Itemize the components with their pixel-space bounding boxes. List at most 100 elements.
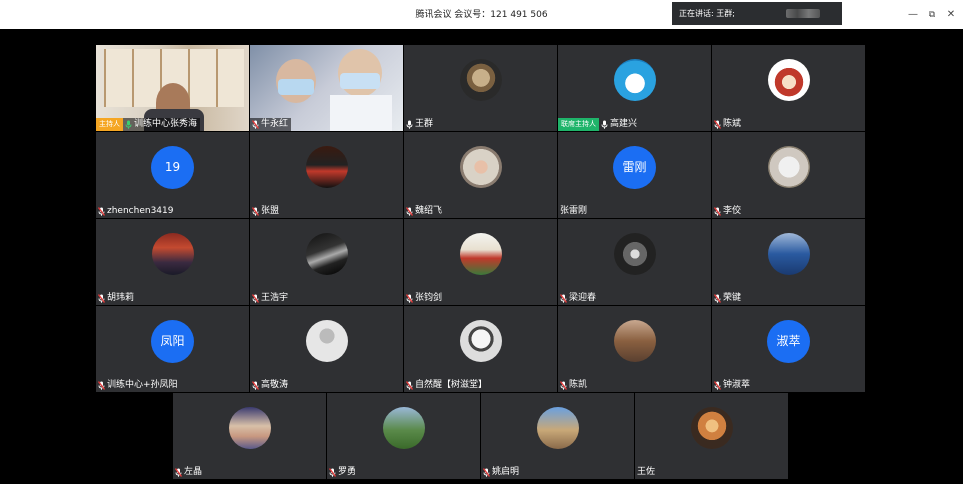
participant-tile[interactable]: 高敬涛	[250, 306, 403, 392]
participant-tile[interactable]: 雷刚 张雷刚	[558, 132, 711, 218]
participant-name: 梁迎春	[569, 293, 597, 303]
participant-name-bar: 主持人 训练中心张秀海	[96, 118, 201, 131]
participant-name: 陈斌	[723, 119, 742, 129]
participant-tile[interactable]: 罗勇	[327, 393, 480, 479]
mic-icon	[601, 120, 608, 129]
restore-button[interactable]: ⧉	[926, 9, 938, 21]
avatar	[460, 146, 502, 188]
speaking-indicator: 正在讲话: 王群;	[672, 2, 842, 25]
participant-name-bar: 自然醒【树滋堂】	[404, 379, 487, 392]
avatar	[614, 320, 656, 362]
mic-muted-icon	[175, 468, 182, 477]
participant-name: 王群	[415, 119, 434, 129]
participant-tile[interactable]: 左晶	[173, 393, 326, 479]
mic-muted-icon	[714, 381, 721, 390]
participant-name: 罗勇	[338, 467, 357, 477]
participant-name: 李佼	[723, 206, 742, 216]
mic-muted-icon	[483, 468, 490, 477]
participant-name: 自然醒【树滋堂】	[415, 380, 488, 390]
participant-name-bar: 牛永红	[250, 118, 292, 131]
participant-tile[interactable]: 梁迎春	[558, 219, 711, 305]
participant-name: 王浩宇	[261, 293, 289, 303]
participant-name-bar: 王群	[404, 118, 433, 131]
participant-name-bar: 训练中心+孙凤阳	[96, 379, 178, 392]
participant-name: 张钧剑	[415, 293, 443, 303]
participant-name: 张雷刚	[560, 206, 588, 216]
avatar	[306, 233, 348, 275]
participant-tile[interactable]: 主持人 训练中心张秀海	[96, 45, 249, 131]
participant-tile[interactable]: 张钧剑	[404, 219, 557, 305]
avatar	[460, 320, 502, 362]
participant-name: 左晶	[184, 467, 203, 477]
participant-name-bar: 李佼	[712, 205, 741, 218]
participant-name-bar: 左晶	[173, 466, 202, 479]
participant-tile[interactable]: 王佐	[635, 393, 788, 479]
participant-name-bar: 张雷刚	[558, 205, 587, 218]
avatar	[768, 233, 810, 275]
participant-tile[interactable]: 荣键	[712, 219, 865, 305]
participant-name-bar: 钟淑萃	[712, 379, 750, 392]
participant-tile[interactable]: 凤阳训练中心+孙凤阳	[96, 306, 249, 392]
mic-muted-icon	[406, 294, 413, 303]
video-gallery: 主持人 训练中心张秀海 牛永红 王群 联席主持人 高建兴 陈斌 19 zhenchen3419 张…	[3, 29, 960, 484]
participant-name: 魏绍飞	[415, 206, 443, 216]
mic-muted-icon	[714, 294, 721, 303]
mic-muted-icon	[560, 294, 567, 303]
avatar	[537, 407, 579, 449]
avatar	[614, 59, 656, 101]
participant-name-bar: 高敬涛	[250, 379, 288, 392]
mic-muted-icon	[98, 294, 105, 303]
mic-muted-icon	[560, 381, 567, 390]
participant-name: 荣键	[723, 293, 742, 303]
close-button[interactable]: ✕	[945, 9, 957, 21]
participant-tile[interactable]: 陈凯	[558, 306, 711, 392]
participant-name-bar: 荣键	[712, 292, 741, 305]
participant-tile[interactable]: 陈斌	[712, 45, 865, 131]
participant-tile[interactable]: 王浩宇	[250, 219, 403, 305]
cohost-badge: 联席主持人	[558, 118, 599, 131]
avatar	[152, 233, 194, 275]
minimize-button[interactable]: —	[907, 9, 919, 21]
participant-name-bar: 陈斌	[712, 118, 741, 131]
participant-name: 高敬涛	[261, 380, 289, 390]
participant-name-bar: 张钧剑	[404, 292, 442, 305]
avatar	[306, 146, 348, 188]
participant-tile[interactable]: 王群	[404, 45, 557, 131]
avatar	[768, 59, 810, 101]
participant-name: 胡玮莉	[107, 293, 135, 303]
mic-muted-icon	[252, 120, 259, 129]
participant-tile[interactable]: 牛永红	[250, 45, 403, 131]
avatar-initial: 淑萃	[767, 320, 810, 363]
participant-tile[interactable]: 魏绍飞	[404, 132, 557, 218]
participant-name-bar: 联席主持人 高建兴	[558, 118, 637, 131]
mic-muted-icon	[252, 207, 259, 216]
participant-tile[interactable]: 19 zhenchen3419	[96, 132, 249, 218]
mic-muted-icon	[406, 381, 413, 390]
avatar	[691, 407, 733, 449]
participant-tile[interactable]: 自然醒【树滋堂】	[404, 306, 557, 392]
participant-name: 王佐	[637, 467, 656, 477]
participant-tile[interactable]: 姚启明	[481, 393, 634, 479]
participant-tile[interactable]: 李佼	[712, 132, 865, 218]
participant-name: 张盟	[261, 206, 280, 216]
participant-tile[interactable]: 联席主持人 高建兴	[558, 45, 711, 131]
mic-muted-icon	[98, 381, 105, 390]
avatar	[460, 59, 502, 101]
avatar	[614, 233, 656, 275]
mic-muted-icon	[252, 381, 259, 390]
participant-tile[interactable]: 胡玮莉	[96, 219, 249, 305]
host-badge: 主持人	[96, 118, 123, 131]
participant-name: zhenchen3419	[107, 206, 174, 216]
participant-name-bar: 胡玮莉	[96, 292, 134, 305]
avatar-initial: 凤阳	[151, 320, 194, 363]
avatar	[383, 407, 425, 449]
speaker-logo	[786, 9, 820, 18]
participant-name-bar: 陈凯	[558, 379, 587, 392]
mic-muted-icon	[98, 207, 105, 216]
participant-name-bar: 姚启明	[481, 466, 519, 479]
participant-tile[interactable]: 淑萃钟淑萃	[712, 306, 865, 392]
mic-muted-icon	[714, 207, 721, 216]
participant-tile[interactable]: 张盟	[250, 132, 403, 218]
participant-name-bar: 魏绍飞	[404, 205, 442, 218]
participant-name-bar: 罗勇	[327, 466, 356, 479]
